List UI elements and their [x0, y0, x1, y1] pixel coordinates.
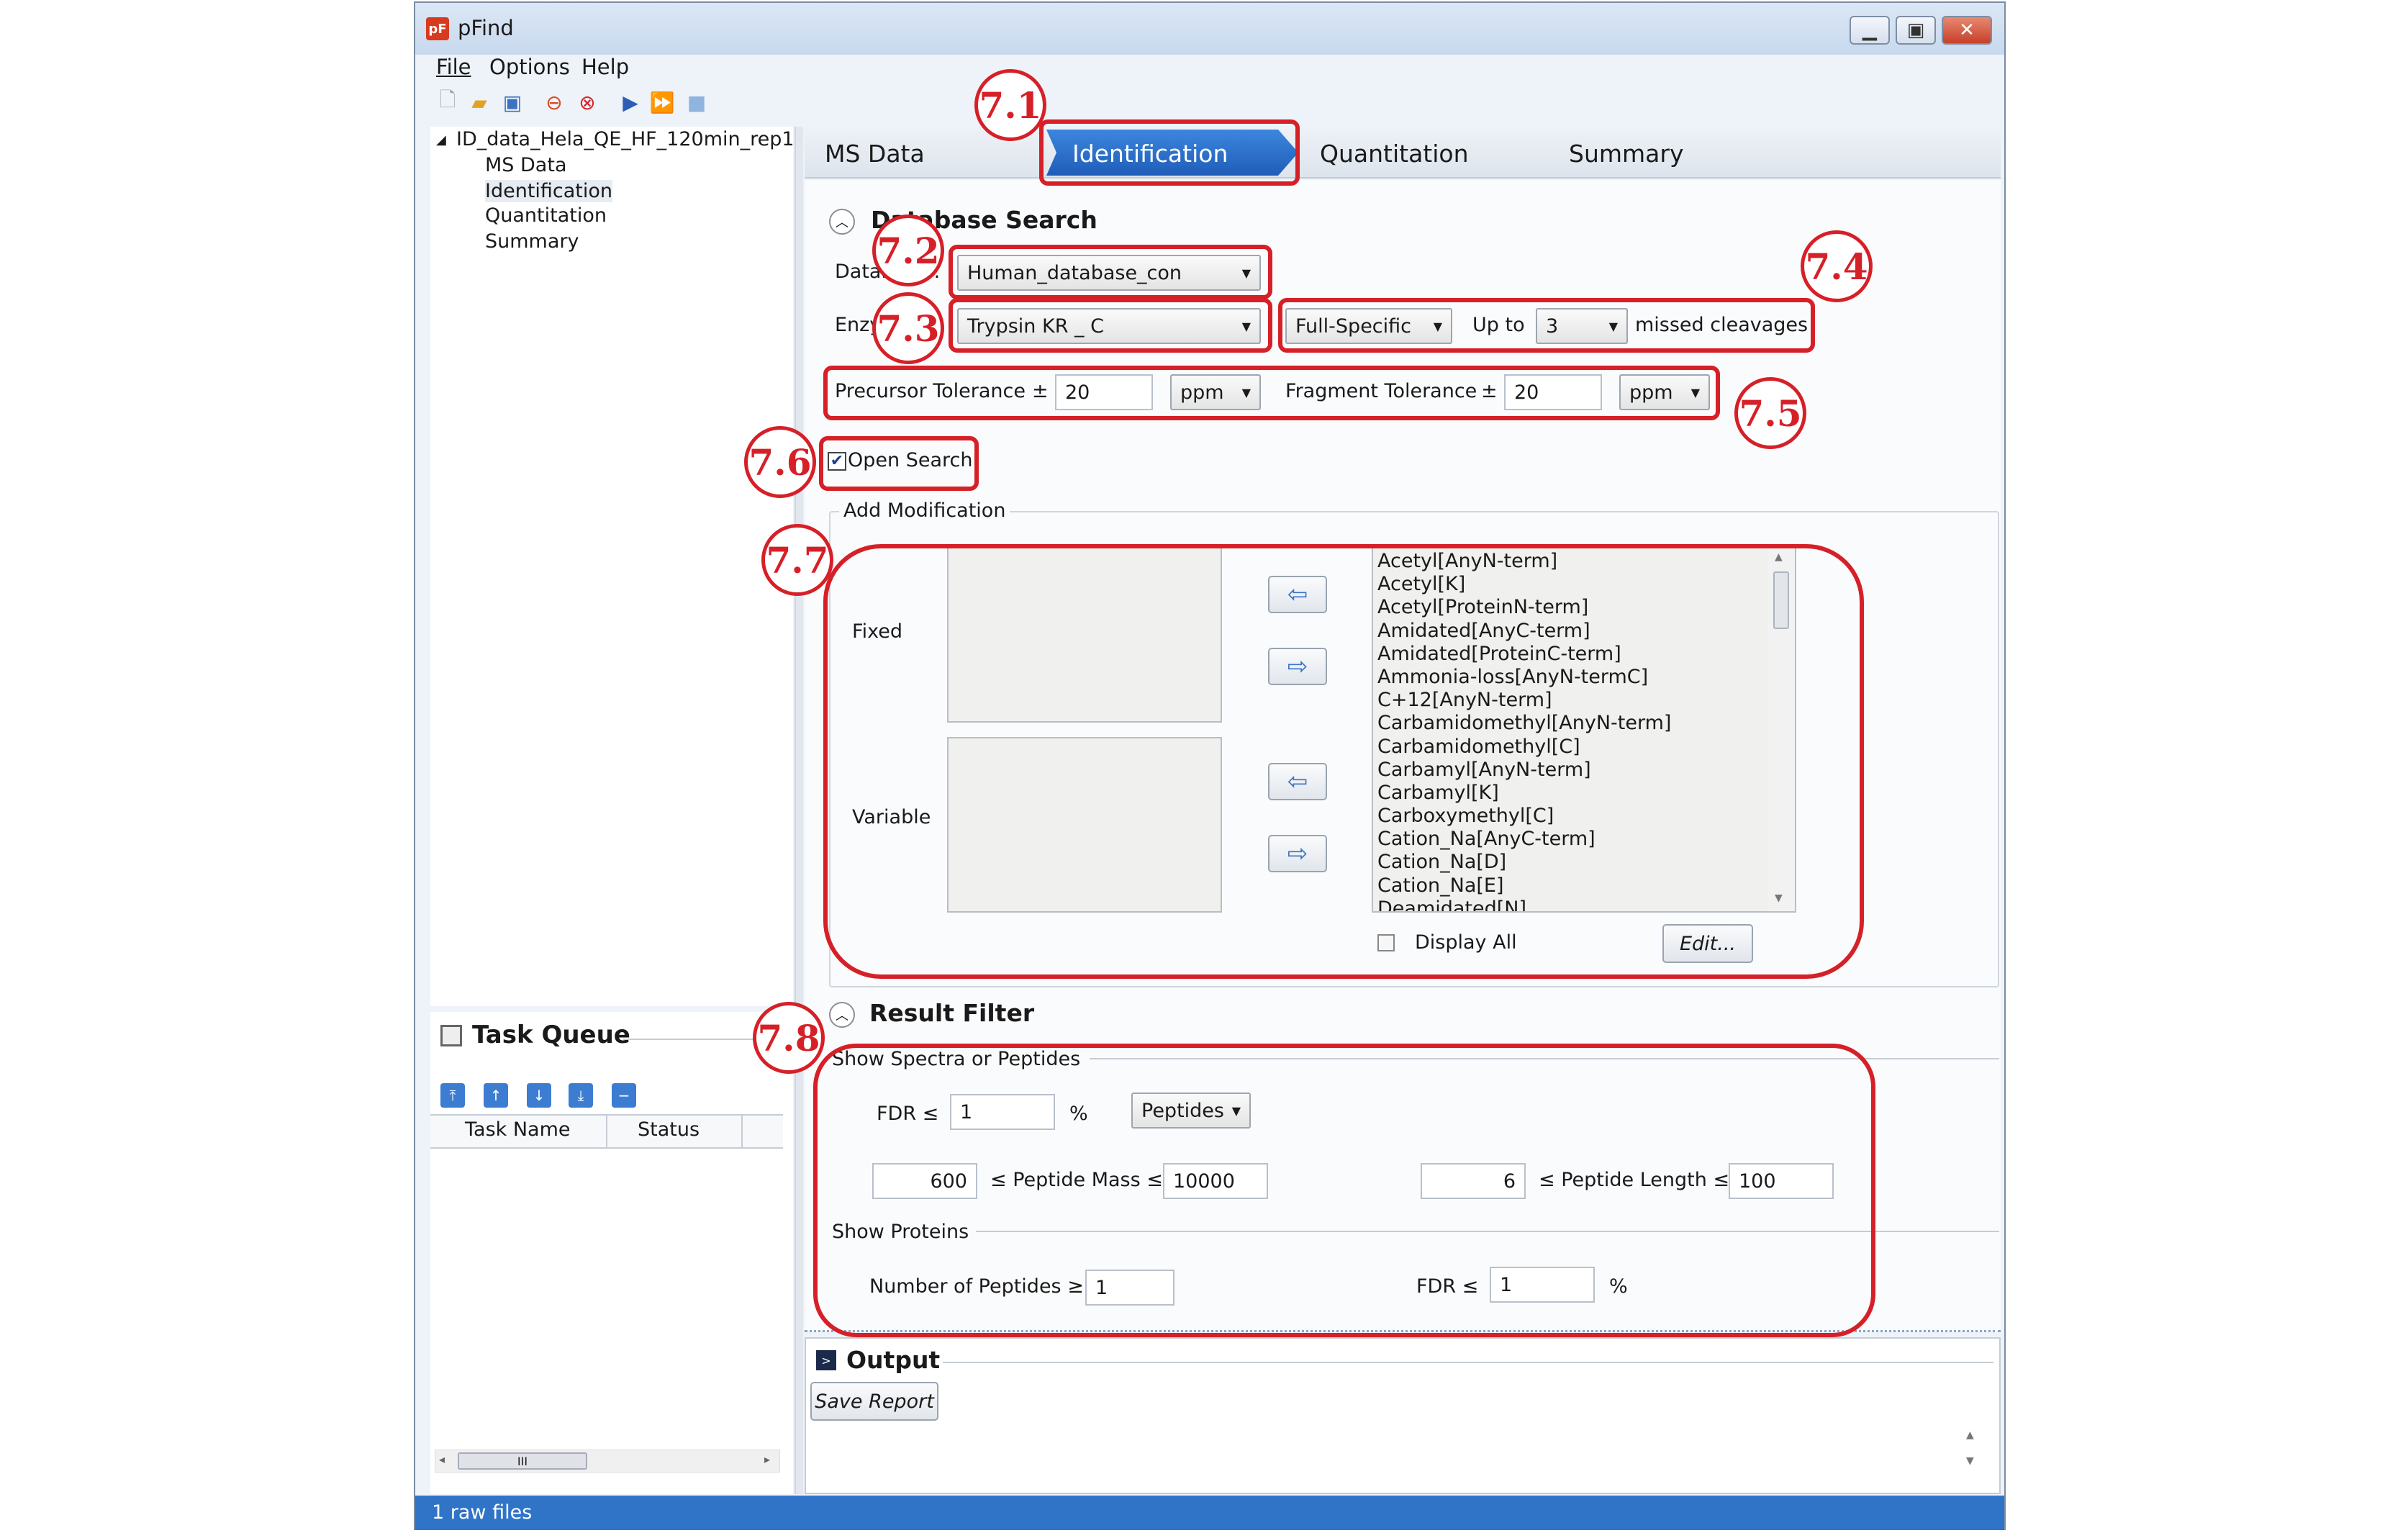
collapse-result-filter-icon[interactable]: ︿ — [829, 1002, 855, 1028]
save-icon[interactable]: ▣ — [499, 89, 525, 115]
move-up-icon[interactable]: ↑ — [484, 1083, 508, 1108]
annotation-7-2: 7.2 — [872, 214, 944, 286]
column-divider — [606, 1114, 607, 1149]
menu-file[interactable]: File — [436, 55, 471, 79]
stop-icon[interactable]: ⊖ — [541, 89, 567, 115]
column-divider-2 — [741, 1114, 743, 1149]
collapse-database-search-icon[interactable]: ︿ — [829, 209, 855, 235]
title-bar — [415, 3, 2004, 55]
maximize-button[interactable]: ▣ — [1896, 16, 1936, 45]
scroll-right-icon[interactable]: ▸ — [764, 1452, 770, 1466]
remove-task-icon[interactable]: − — [612, 1083, 636, 1108]
tree-root[interactable]: ID_data_Hela_QE_HF_120min_rep1 — [456, 128, 795, 150]
highlight-enzyme — [949, 298, 1272, 353]
result-filter-title: Result Filter — [869, 999, 1035, 1027]
annotation-7-7: 7.7 — [761, 524, 833, 596]
vertical-splitter[interactable] — [795, 127, 803, 1494]
annotation-7-6: 7.6 — [744, 426, 816, 498]
output-panel — [805, 1337, 2001, 1494]
close-button[interactable]: ✕ — [1942, 16, 1992, 45]
highlight-cleavage — [1278, 298, 1815, 353]
tree-item-quantitation[interactable]: Quantitation — [485, 204, 607, 227]
window-title: pFind — [458, 16, 514, 40]
save-report-button[interactable]: Save Report — [810, 1382, 938, 1421]
annotation-7-8: 7.8 — [753, 1002, 825, 1074]
output-icon: > — [816, 1350, 836, 1370]
status-text: 1 raw files — [432, 1501, 533, 1524]
move-down-icon[interactable]: ↓ — [527, 1083, 551, 1108]
status-bar — [415, 1496, 2004, 1530]
move-top-icon[interactable]: ⤒ — [440, 1083, 465, 1108]
app-logo-icon: pF — [426, 17, 449, 40]
highlight-result-filter — [813, 1044, 1875, 1337]
tree-expand-icon[interactable]: ◢ — [436, 132, 446, 148]
run-all-icon[interactable]: ⏩ — [649, 89, 675, 115]
output-title: Output — [846, 1346, 941, 1374]
project-tree-panel — [430, 127, 793, 1006]
tab-summary[interactable]: Summary — [1569, 140, 1683, 168]
highlight-database — [949, 245, 1272, 299]
task-queue-icon — [440, 1025, 462, 1046]
task-queue-title: Task Queue — [472, 1021, 630, 1049]
annotation-7-3: 7.3 — [872, 292, 944, 364]
modification-group-title: Add Modification — [839, 499, 1010, 522]
tree-item-identification[interactable]: Identification — [485, 180, 613, 202]
cancel-icon[interactable]: ⊗ — [574, 89, 600, 115]
menu-help[interactable]: Help — [581, 55, 629, 79]
annotation-7-1: 7.1 — [974, 69, 1046, 141]
column-task-name[interactable]: Task Name — [465, 1118, 571, 1141]
tab-quantitation[interactable]: Quantitation — [1320, 140, 1469, 168]
menu-options[interactable]: Options — [489, 55, 570, 79]
annotation-7-5: 7.5 — [1734, 377, 1806, 449]
highlight-open-search — [819, 436, 979, 491]
highlight-modification — [823, 544, 1864, 979]
column-status[interactable]: Status — [638, 1118, 700, 1141]
run-icon[interactable]: ▶ — [617, 89, 643, 115]
output-scroll-up-icon[interactable]: ▲ — [1966, 1429, 1974, 1441]
move-bottom-icon[interactable]: ⤓ — [569, 1083, 593, 1108]
minimize-button[interactable]: ▁ — [1850, 16, 1890, 45]
highlight-identification-tab — [1039, 119, 1300, 186]
tree-item-ms-data[interactable]: MS Data — [485, 154, 566, 176]
tab-ms-data[interactable]: MS Data — [825, 140, 925, 168]
highlight-tolerance — [823, 366, 1720, 420]
output-divider — [943, 1362, 1993, 1363]
annotation-7-4: 7.4 — [1801, 230, 1873, 302]
output-scroll-down-icon[interactable]: ▼ — [1966, 1455, 1974, 1467]
tree-item-summary[interactable]: Summary — [485, 230, 579, 253]
new-file-icon[interactable]: 🗋 — [435, 88, 461, 115]
open-folder-icon[interactable]: ▰ — [466, 89, 492, 115]
scroll-thumb[interactable]: III — [458, 1452, 587, 1470]
stop-square-icon[interactable]: ■ — [684, 89, 710, 115]
scroll-left-icon[interactable]: ◂ — [439, 1452, 445, 1466]
